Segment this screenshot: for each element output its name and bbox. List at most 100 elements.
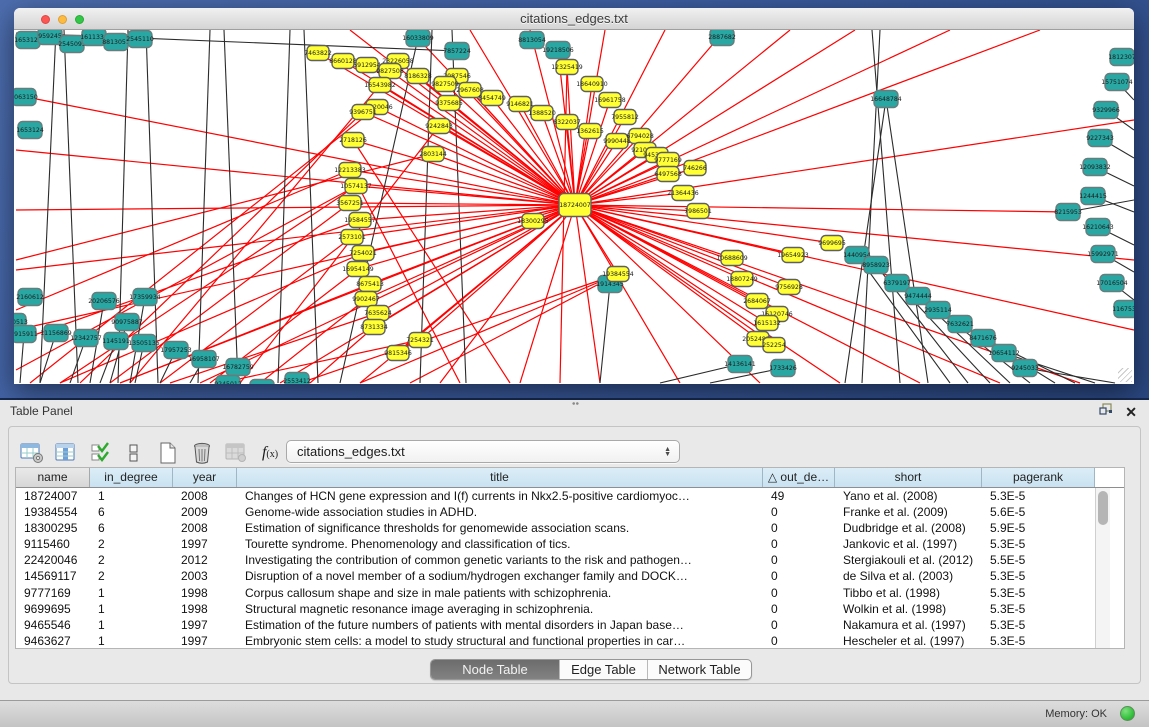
graph-node-label: 19584557 [344,217,376,224]
table-cell: Nakamura et al. (1997) [835,617,982,633]
table-cell: 0 [763,552,835,568]
dropdown-arrows-icon: ▲▼ [664,447,671,457]
graph-edge [420,205,575,340]
table-cell: 5.3E-5 [982,488,1095,504]
table-cell: Dudbridge et al. (2008) [835,520,982,536]
graph-edge [380,85,575,205]
delete-icon[interactable] [189,440,215,466]
tab-network-table[interactable]: Network Table [648,660,751,679]
table-cell: Hescheler et al. (1997) [835,633,982,649]
table-cell: Wolkin et al. (1998) [835,601,982,617]
table-cell: 1997 [173,617,237,633]
graph-edge [575,84,592,205]
table-cell: 1 [90,601,173,617]
table-cell: 1 [90,585,173,601]
table-cell: 1 [90,488,173,504]
network-canvas[interactable]: 1653122959245254509316113348813051254511… [14,30,1134,384]
graph-node-label: 16033809 [402,35,434,42]
graph-node-label: 7635624 [364,310,392,317]
float-panel-icon[interactable] [1099,403,1113,421]
panel-splitter-handle[interactable] [571,401,580,406]
table-row[interactable]: 946554611997Estimation of the future num… [16,617,1124,633]
table-cell: 1997 [173,633,237,649]
graph-edge [886,99,928,383]
graph-node-label: 9827509 [431,81,459,88]
scrollbar-thumb[interactable] [1098,491,1108,525]
table-cell: Estimation of significance thresholds fo… [237,520,763,536]
table-row[interactable]: 1456911722003Disruption of a novel membe… [16,568,1124,584]
graph-node-label: 12093832 [1079,164,1111,171]
graph-node-label: 6379197 [883,280,911,287]
table-tabs-segmented-control: Node TableEdge TableNetwork Table [430,659,752,680]
table-select-dropdown[interactable]: citations_edges.txt ▲▼ [286,440,680,463]
graph-node-label: 17359934 [129,294,161,301]
table-row[interactable]: 2242004622012Investigating the contribut… [16,552,1124,568]
table-column-icon[interactable] [53,440,79,466]
table-cell: 9777169 [16,585,90,601]
table-select-value: citations_edges.txt [287,444,664,459]
new-document-icon[interactable] [155,440,181,466]
resize-grip-icon[interactable] [1118,368,1132,382]
table-cell: 5.3E-5 [982,568,1095,584]
graph-node-label: 9777169 [654,157,682,164]
graph-node[interactable] [250,380,274,385]
graph-node-label: 8958923 [862,262,890,269]
graph-node-label: 9242843 [425,123,453,130]
column-header-year[interactable]: year [173,468,237,487]
graph-node-label: 9756928 [775,284,803,291]
graph-node-label: 9227343 [1086,135,1114,142]
table-row[interactable]: 946362711997Embryonic stem cells: a mode… [16,633,1124,649]
table-row[interactable]: 969969511998Structural magnetic resonanc… [16,601,1124,617]
graph-node-label: 15992971 [1087,251,1119,258]
vertical-scrollbar[interactable] [1095,488,1110,649]
graph-node-label: 9902467 [352,296,380,303]
rows-icon[interactable] [121,440,147,466]
table-row[interactable]: 1938455462009Genome-wide association stu… [16,504,1124,520]
table-cell: Corpus callosum shape and size in male p… [237,585,763,601]
column-header-out_de[interactable]: △ out_de… [763,468,835,487]
table-cell: 0 [763,536,835,552]
table-cell: Investigating the contribution of common… [237,552,763,568]
table-tabbar: Node TableEdge TableNetwork Table [9,657,1140,685]
table-cell: 2009 [173,504,237,520]
table-row[interactable]: 977716911998Corpus callosum shape and si… [16,585,1124,601]
import-table-icon[interactable] [223,440,249,466]
close-panel-icon[interactable]: ✕ [1125,405,1137,419]
select-columns-icon[interactable] [87,440,113,466]
graph-node-label: 1145191 [102,338,130,345]
table-cell: 9699695 [16,601,90,617]
table-settings-icon[interactable] [19,440,45,466]
table-panel-header: Table Panel ✕ [0,400,1149,422]
column-header-pagerank[interactable]: pagerank [982,468,1095,487]
tab-node-table[interactable]: Node Table [431,660,560,679]
graph-node-label: 8322037 [553,119,581,126]
graph-node-label: 13505135 [128,340,160,347]
table-cell: 22420046 [16,552,90,568]
status-bar: Memory: OK [0,700,1149,727]
graph-node-label: 19384554 [602,271,634,278]
citation-graph[interactable]: 1653122959245254509316113348813051254511… [14,30,1134,384]
graph-node-label: 1362615 [576,128,604,135]
table-row[interactable]: 1872400712008Changes of HCN gene express… [16,488,1124,504]
function-icon[interactable]: f(x) [257,440,283,466]
graph-edge [575,30,725,205]
graph-node-label: 8186328 [404,73,432,80]
graph-node-label: 16954149 [342,266,374,273]
column-header-title[interactable]: title [237,468,763,487]
column-header-name[interactable]: name [16,468,90,487]
column-header-in_degree[interactable]: in_degree [90,468,173,487]
graph-node-label: 9827508 [376,68,404,75]
graph-edge [575,205,840,383]
graph-node-label: 7632621 [946,321,974,328]
tab-edge-table[interactable]: Edge Table [560,660,648,679]
graph-node-label: 8471676 [969,335,997,342]
column-header-short[interactable]: short [835,468,982,487]
network-window[interactable]: citations_edges.txt 16531229592452545093… [14,8,1134,384]
table-row[interactable]: 1830029562008Estimation of significance … [16,520,1124,536]
table-cell: 2012 [173,552,237,568]
table-cell: 2 [90,536,173,552]
network-window-titlebar[interactable]: citations_edges.txt [14,8,1134,30]
table-cell: de Silva et al. (2003) [835,568,982,584]
table-row[interactable]: 911546021997Tourette syndrome. Phenomeno… [16,536,1124,552]
table-cell: 49 [763,488,835,504]
